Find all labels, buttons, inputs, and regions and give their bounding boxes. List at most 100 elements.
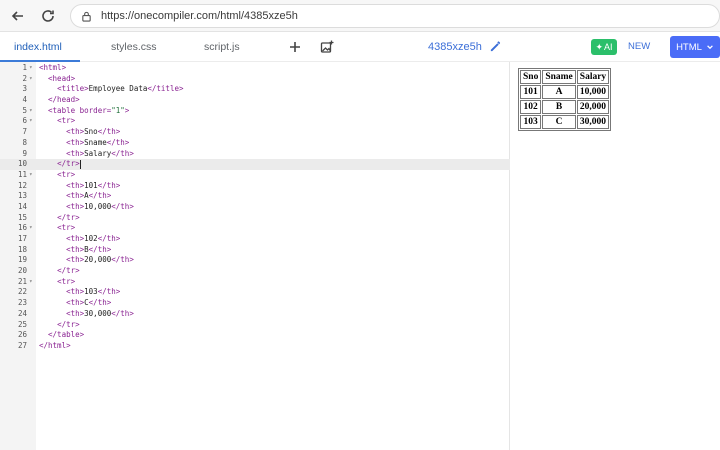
plus-icon bbox=[290, 42, 300, 52]
code-line[interactable]: 16 ▾ <tr> bbox=[0, 223, 510, 234]
ai-button[interactable]: ✦ AI bbox=[591, 39, 617, 55]
line-number: 2 bbox=[22, 73, 27, 83]
table-cell: C bbox=[542, 115, 576, 129]
line-number: 15 bbox=[17, 212, 27, 222]
code-text: <head> bbox=[48, 73, 76, 83]
fold-toggle-icon[interactable]: ▾ bbox=[29, 74, 33, 85]
code-line[interactable]: 26 </table> bbox=[0, 330, 510, 341]
code-text: </tr> bbox=[57, 159, 81, 169]
code-text: <html> bbox=[39, 63, 67, 72]
arrow-left-icon bbox=[11, 11, 23, 21]
code-text: <th>A</th> bbox=[66, 191, 112, 201]
table-row: 101 A 10,000 bbox=[520, 85, 610, 99]
language-label: HTML bbox=[676, 41, 702, 53]
code-editor[interactable]: 1 ▾ <html> 2 ▾ <head> 3 <title>Employee Data<… bbox=[0, 62, 510, 450]
line-number: 9 bbox=[22, 148, 27, 158]
reload-icon bbox=[42, 10, 54, 22]
code-text: </tr> bbox=[57, 266, 80, 276]
code-line[interactable]: 9 <th>Salary</th> bbox=[0, 149, 510, 160]
table-header-cell: Salary bbox=[576, 70, 610, 84]
line-number: 21 bbox=[17, 276, 27, 286]
fold-toggle-icon[interactable]: ▾ bbox=[29, 106, 33, 117]
fold-toggle-icon[interactable]: ▾ bbox=[29, 223, 33, 234]
fold-toggle-icon[interactable]: ▾ bbox=[29, 116, 33, 127]
language-dropdown[interactable]: HTML bbox=[670, 36, 720, 58]
tab-script-js[interactable]: script.js bbox=[204, 32, 240, 62]
code-line[interactable]: 5 ▾ <table border="1"> bbox=[0, 106, 510, 117]
code-line[interactable]: 14 <th>10,000</th> bbox=[0, 202, 510, 213]
add-image-button[interactable] bbox=[318, 38, 336, 56]
line-number: 11 bbox=[17, 169, 27, 179]
code-text: <tr> bbox=[57, 116, 76, 126]
code-line[interactable]: 7 <th>Sno</th> bbox=[0, 127, 510, 138]
ai-button-label: AI bbox=[604, 42, 613, 52]
code-text: <th>103</th> bbox=[66, 287, 121, 297]
code-line[interactable]: 12 <th>101</th> bbox=[0, 181, 510, 192]
code-line[interactable]: 15 </tr> bbox=[0, 213, 510, 224]
code-line[interactable]: 27 </html> bbox=[0, 341, 510, 352]
table-cell: 102 bbox=[520, 100, 542, 114]
table-cell: 101 bbox=[520, 85, 542, 99]
code-line[interactable]: 19 <th>20,000</th> bbox=[0, 255, 510, 266]
table-cell: B bbox=[542, 100, 576, 114]
address-bar[interactable]: https://onecompiler.com/html/4385xze5h bbox=[70, 4, 720, 28]
table-cell: 10,000 bbox=[576, 85, 610, 99]
line-number: 10 bbox=[17, 159, 27, 169]
employee-table: Sno Sname Salary 101 A 10,000 102 B 20,0… bbox=[518, 68, 612, 131]
table-header-cell: Sname bbox=[542, 70, 576, 84]
text-cursor bbox=[79, 159, 81, 169]
tab-index-html[interactable]: index.html bbox=[14, 32, 62, 62]
code-text: </tr> bbox=[57, 319, 80, 329]
code-text: <th>101</th> bbox=[66, 180, 121, 190]
line-number: 17 bbox=[17, 234, 27, 243]
code-line[interactable]: 3 <title>Employee Data</title> bbox=[0, 84, 510, 95]
line-number: 18 bbox=[17, 244, 27, 254]
code-line[interactable]: 20 </tr> bbox=[0, 266, 510, 277]
fold-toggle-icon[interactable]: ▾ bbox=[29, 63, 33, 74]
line-number: 6 bbox=[22, 116, 27, 126]
line-number: 16 bbox=[17, 223, 27, 233]
fold-toggle-icon[interactable]: ▾ bbox=[29, 170, 33, 181]
table-header-cell: Sno bbox=[520, 70, 542, 84]
code-text: <th>20,000</th> bbox=[66, 255, 134, 265]
fold-toggle-icon[interactable]: ▾ bbox=[29, 277, 33, 288]
tab-styles-css[interactable]: styles.css bbox=[111, 32, 157, 62]
table-header-row: Sno Sname Salary bbox=[520, 70, 610, 84]
code-text: <th>C</th> bbox=[66, 298, 112, 308]
line-number: 7 bbox=[22, 127, 27, 137]
project-name[interactable]: 4385xze5h bbox=[428, 32, 482, 62]
browser-chrome: https://onecompiler.com/html/4385xze5h bbox=[0, 0, 720, 32]
code-line[interactable]: 10 </tr> bbox=[0, 159, 510, 170]
new-button[interactable]: NEW bbox=[628, 32, 650, 62]
reload-button[interactable] bbox=[35, 3, 61, 29]
line-number: 27 bbox=[17, 340, 27, 350]
site-info-icon[interactable] bbox=[81, 10, 93, 22]
code-line[interactable]: 21 ▾ <tr> bbox=[0, 277, 510, 288]
code-line[interactable]: 1 ▾ <html> bbox=[0, 63, 510, 74]
code-line[interactable]: 24 <th>30,000</th> bbox=[0, 309, 510, 320]
code-area[interactable]: 1 ▾ <html> 2 ▾ <head> 3 <title>Employee Data<… bbox=[0, 62, 510, 352]
code-text: <tr> bbox=[57, 169, 76, 179]
pencil-icon[interactable] bbox=[489, 40, 502, 53]
add-file-button[interactable] bbox=[286, 38, 304, 56]
code-line[interactable]: 17 <th>102</th> bbox=[0, 234, 510, 245]
code-line[interactable]: 25 </tr> bbox=[0, 320, 510, 331]
code-line[interactable]: 4 </head> bbox=[0, 95, 510, 106]
line-number: 1 bbox=[22, 63, 27, 72]
code-line[interactable]: 8 <th>Sname</th> bbox=[0, 138, 510, 149]
code-text: <title>Employee Data</title> bbox=[57, 84, 184, 94]
line-number: 12 bbox=[17, 180, 27, 190]
code-line[interactable]: 18 <th>B</th> bbox=[0, 245, 510, 256]
line-number: 14 bbox=[17, 201, 27, 211]
code-line[interactable]: 11 ▾ <tr> bbox=[0, 170, 510, 181]
code-line[interactable]: 23 <th>C</th> bbox=[0, 298, 510, 309]
code-line[interactable]: 13 <th>A</th> bbox=[0, 191, 510, 202]
image-add-icon bbox=[320, 40, 334, 53]
code-line[interactable]: 22 <th>103</th> bbox=[0, 287, 510, 298]
code-text: </tr> bbox=[57, 212, 80, 222]
code-text: <th>B</th> bbox=[66, 244, 112, 254]
code-text: <table border="1"> bbox=[48, 105, 130, 115]
back-button[interactable] bbox=[5, 3, 31, 29]
code-line[interactable]: 2 ▾ <head> bbox=[0, 74, 510, 85]
code-line[interactable]: 6 ▾ <tr> bbox=[0, 116, 510, 127]
